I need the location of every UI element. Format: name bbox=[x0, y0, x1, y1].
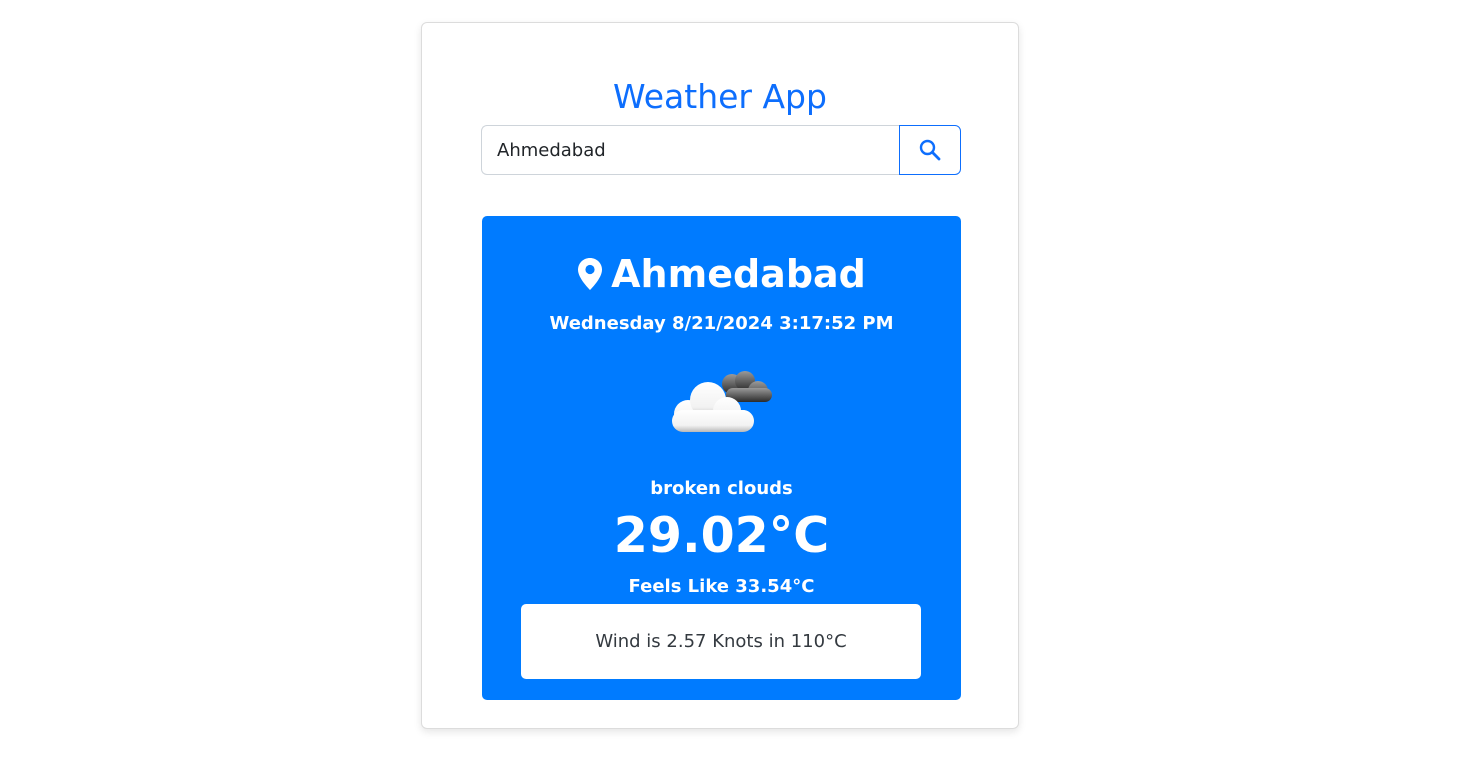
map-pin-icon bbox=[578, 258, 603, 290]
city-search-input[interactable] bbox=[481, 125, 900, 175]
wind-info: Wind is 2.57 Knots in 110°C bbox=[521, 604, 921, 679]
city-name: Ahmedabad bbox=[611, 252, 866, 296]
app-title: Weather App bbox=[613, 77, 827, 116]
temperature: 29.02°C bbox=[613, 507, 830, 564]
broken-clouds-icon bbox=[672, 371, 772, 432]
search-bar bbox=[481, 125, 961, 175]
wind-text: Wind is 2.57 Knots in 110°C bbox=[595, 631, 847, 652]
weather-panel: Ahmedabad Wednesday 8/21/2024 3:17:52 PM bbox=[482, 216, 961, 700]
feels-like: Feels Like 33.54°C bbox=[628, 576, 815, 597]
city-heading: Ahmedabad bbox=[482, 250, 961, 298]
weather-app-card: Weather App Ahmedabad Wednesday 8/21/202… bbox=[421, 22, 1019, 729]
search-icon bbox=[919, 139, 941, 161]
date-time: Wednesday 8/21/2024 3:17:52 PM bbox=[549, 313, 894, 334]
weather-description: broken clouds bbox=[650, 478, 793, 499]
search-button[interactable] bbox=[899, 125, 961, 175]
